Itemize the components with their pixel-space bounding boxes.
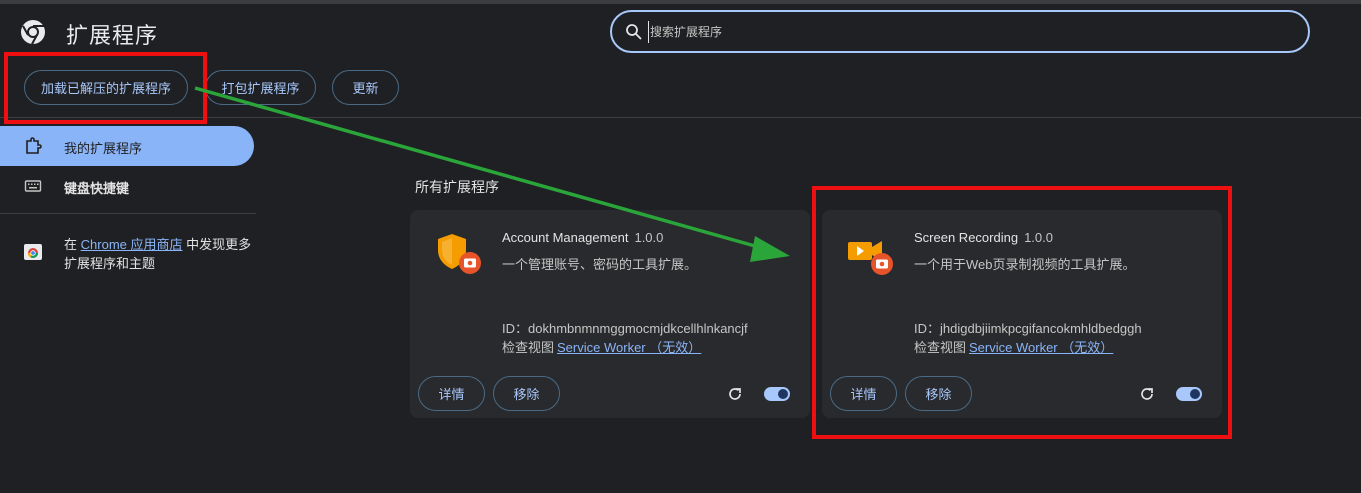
shield-badge-icon: [438, 234, 481, 274]
sidebar-item-label: 我的扩展程序: [64, 141, 143, 156]
sidebar-divider: [0, 213, 256, 214]
inspect-views-label: 检查视图: [502, 340, 555, 355]
reload-icon[interactable]: [727, 386, 743, 402]
chrome-web-store-link[interactable]: Chrome 应用商店: [81, 237, 183, 252]
annotation-highlight-box: [4, 52, 207, 124]
section-title: 所有扩展程序: [415, 179, 499, 195]
inspect-views: 检查视图 Service Worker （无效）: [502, 337, 701, 356]
sidebar-item-label: 键盘快捷键: [64, 181, 130, 196]
service-worker-link[interactable]: Service Worker （无效）: [557, 340, 701, 355]
extension-title: Account Management: [502, 230, 629, 245]
page-title: 扩展程序: [66, 23, 159, 48]
extension-description: 一个管理账号、密码的工具扩展。: [502, 257, 698, 272]
web-store-promo: 在 Chrome 应用商店 中发现更多扩展程序和主题: [64, 235, 254, 273]
remove-button[interactable]: 移除: [493, 376, 560, 411]
annotation-highlight-box: [812, 186, 1232, 439]
update-button[interactable]: 更新: [332, 70, 399, 105]
enable-toggle[interactable]: [764, 387, 790, 401]
extension-name: Account Management 1.0.0: [502, 230, 663, 245]
extension-card: Account Management 1.0.0 一个管理账号、密码的工具扩展。 …: [410, 210, 810, 418]
search-icon: [626, 24, 642, 40]
chrome-web-store-icon: [24, 244, 42, 260]
chrome-logo-icon: [21, 20, 45, 45]
toggle-knob: [778, 389, 788, 399]
search-input[interactable]: [648, 21, 1288, 43]
store-prefix: 在: [64, 237, 78, 252]
extension-id: ID：dokhmbnmnmggmocmjdkcellhlnkancjf: [502, 321, 748, 336]
sidebar-item-keyboard-shortcuts[interactable]: 键盘快捷键: [0, 166, 254, 206]
details-button[interactable]: 详情: [418, 376, 485, 411]
keyboard-icon: [24, 180, 42, 192]
extension-version: 1.0.0: [634, 230, 664, 245]
pack-extension-button[interactable]: 打包扩展程序: [205, 70, 316, 105]
search-box[interactable]: [610, 10, 1310, 53]
sidebar-item-my-extensions[interactable]: 我的扩展程序: [0, 126, 254, 166]
window-top-border: [0, 0, 1361, 4]
puzzle-icon: [26, 137, 42, 154]
